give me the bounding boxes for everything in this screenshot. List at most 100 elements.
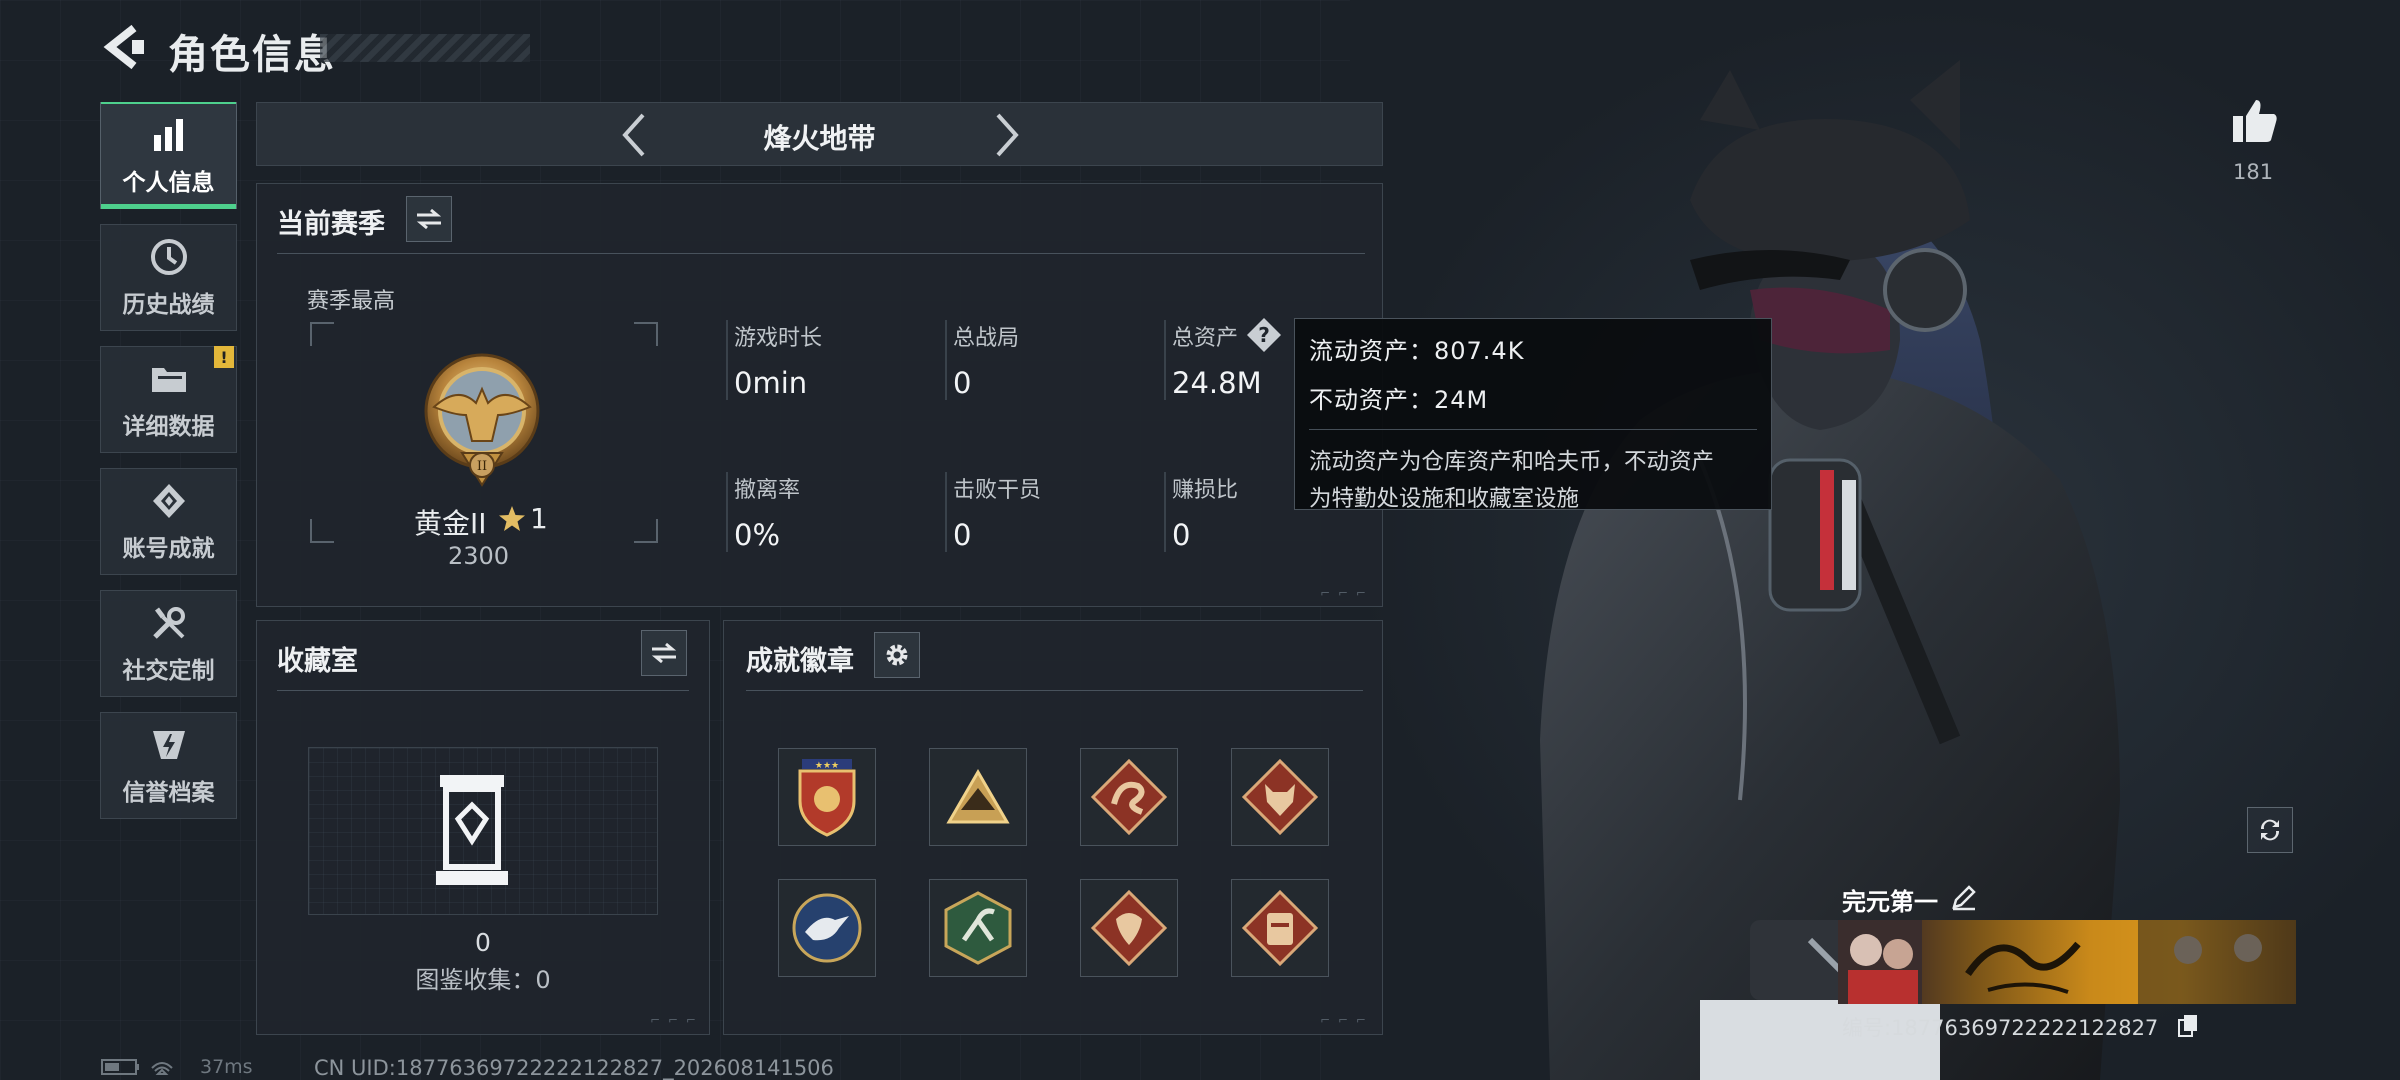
rank-name: 黄金II: [414, 507, 487, 540]
sidebar-item-label: 详细数据: [122, 413, 215, 440]
stat-value: 0: [953, 518, 972, 552]
tooltip-divider: [1309, 429, 1757, 430]
wolf-diamond-badge-icon: [1241, 758, 1319, 836]
stat-value: 0%: [734, 518, 781, 552]
player-id: 编号:18776369722222122827: [1842, 1016, 2159, 1040]
bar-chart-icon: [153, 118, 183, 151]
game-mode-title: 烽火地带: [763, 122, 876, 155]
sidebar-item-label: 账号成就: [122, 535, 215, 562]
collection-switch-button[interactable]: [641, 630, 687, 676]
stat-profit-loss-ratio: 赚损比 0: [1164, 472, 1238, 552]
mountain-triangle-badge-icon: [946, 769, 1010, 824]
scorpion-hexagon-badge-icon: [944, 891, 1012, 965]
gear-icon: [886, 644, 908, 666]
like-count: 181: [2233, 160, 2274, 184]
footer-uid: CN UID:18776369722222122827_202608141506: [314, 1056, 834, 1080]
folder-icon: [151, 367, 186, 392]
stat-extraction-rate: 撤离率 0%: [726, 472, 800, 552]
divider: [746, 690, 1363, 691]
display-pedestal-icon: [436, 775, 508, 885]
sidebar-item-label: 社交定制: [122, 657, 215, 684]
title-decoration: [320, 34, 530, 62]
player-nickname: 完元第一: [1842, 888, 1938, 916]
player-name-card[interactable]: [1838, 920, 2296, 1004]
stat-value: 0min: [734, 366, 808, 400]
alert-badge: !: [214, 346, 234, 368]
dragon-diamond-badge-icon: [1090, 889, 1168, 967]
tooltip-description-line1: 流动资产为仓库资产和哈夫币，不动资产: [1309, 449, 1715, 475]
stat-label: 游戏时长: [734, 326, 823, 351]
season-title: 当前赛季: [277, 209, 385, 240]
stat-label: 撤离率: [734, 478, 801, 503]
switch-arrows-icon: [416, 208, 442, 230]
fixed-assets-text: 不动资产：24M: [1309, 386, 1489, 414]
panel-corner-decoration: ⌐ ⌐ ⌐: [1320, 586, 1368, 600]
back-arrow-icon[interactable]: [100, 22, 150, 72]
sidebar-item-reputation[interactable]: 信誉档案: [100, 712, 237, 819]
assets-tooltip: 流动资产：807.4K 不动资产：24M 流动资产为仓库资产和哈夫币，不动资产 …: [1294, 318, 1772, 512]
stat-value: 0: [1172, 518, 1191, 552]
history-clock-icon: [150, 238, 187, 275]
sidebar-item-label: 个人信息: [122, 169, 215, 196]
achievement-badge[interactable]: [1080, 748, 1178, 846]
wrench-screwdriver-icon: [152, 606, 185, 639]
achievement-badge[interactable]: [929, 879, 1027, 977]
help-question-icon[interactable]: ?: [1245, 316, 1283, 354]
stat-operators-defeated: 击败干员 0: [945, 472, 1041, 552]
tooltip-description-line2: 为特勤处设施和收藏室设施: [1309, 486, 1580, 512]
name-card-artwork: [1838, 920, 2296, 1004]
achievement-diamond-icon: [152, 483, 185, 518]
svg-text:II: II: [477, 459, 487, 474]
sidebar: 个人信息 历史战绩 详细数据 ! 账号成就 社交定制 信誉档案: [100, 102, 237, 834]
achievement-badge[interactable]: [1080, 879, 1178, 977]
page-title: 角色信息: [168, 32, 336, 78]
stat-total-matches: 总战局 0: [945, 320, 1019, 400]
divider: [277, 253, 1365, 254]
chevron-right-icon[interactable]: [982, 111, 1030, 159]
refresh-icon: [2260, 819, 2280, 841]
collection-progress-label: 图鉴收集：0: [415, 966, 551, 994]
sidebar-item-label: 信誉档案: [122, 779, 215, 806]
panel-corner-decoration: ⌐ ⌐ ⌐: [650, 1013, 698, 1027]
season-switch-button[interactable]: [406, 196, 452, 242]
battery-wifi-status-icon: [101, 1059, 173, 1075]
copy-icon[interactable]: [2177, 1013, 2199, 1037]
switch-arrows-icon: [651, 642, 677, 664]
stat-label: 总战局: [953, 326, 1020, 351]
rotate-model-button[interactable]: [2247, 807, 2293, 853]
stat-value: 0: [953, 366, 972, 400]
achievement-badge[interactable]: [929, 748, 1027, 846]
season-best-label: 赛季最高: [307, 289, 396, 314]
stat-play-time: 游戏时长 0min: [726, 320, 822, 400]
collection-count: 0: [475, 928, 491, 957]
sidebar-item-personal-info[interactable]: 个人信息: [100, 102, 237, 209]
frame-corner: [634, 519, 658, 543]
achievement-badge[interactable]: [1231, 748, 1329, 846]
achievement-badge[interactable]: ★★★: [778, 748, 876, 846]
rank-stars: 1: [530, 502, 548, 535]
star-icon: [499, 506, 525, 531]
sidebar-item-detailed-data[interactable]: 详细数据 !: [100, 346, 237, 453]
snake-diamond-badge-icon: [1090, 758, 1168, 836]
edit-pencil-icon[interactable]: [1950, 883, 1978, 911]
sidebar-item-achievements[interactable]: 账号成就: [100, 468, 237, 575]
collection-title: 收藏室: [277, 646, 358, 677]
frame-corner: [310, 322, 334, 346]
badges-title: 成就徽章: [746, 646, 854, 677]
achievement-badge[interactable]: [1231, 879, 1329, 977]
thumbs-up-icon[interactable]: [2230, 96, 2280, 146]
frame-corner: [634, 322, 658, 346]
vest-diamond-badge-icon: [1241, 889, 1319, 967]
eagle-circle-badge-icon: [792, 893, 862, 963]
stat-value: 24.8M: [1172, 366, 1262, 400]
gold-rank-emblem-icon: II: [424, 353, 540, 487]
game-mode-selector: 烽火地带: [256, 102, 1383, 166]
sidebar-item-history[interactable]: 历史战绩: [100, 224, 237, 331]
network-ping: 37ms: [200, 1056, 253, 1078]
liquid-assets-text: 流动资产：807.4K: [1309, 337, 1525, 365]
achievement-badge[interactable]: [778, 879, 876, 977]
panel-corner-decoration: ⌐ ⌐ ⌐: [1320, 1013, 1368, 1027]
shield-stars-badge-icon: ★★★: [798, 759, 856, 837]
badges-settings-button[interactable]: [874, 632, 920, 678]
sidebar-item-social[interactable]: 社交定制: [100, 590, 237, 697]
